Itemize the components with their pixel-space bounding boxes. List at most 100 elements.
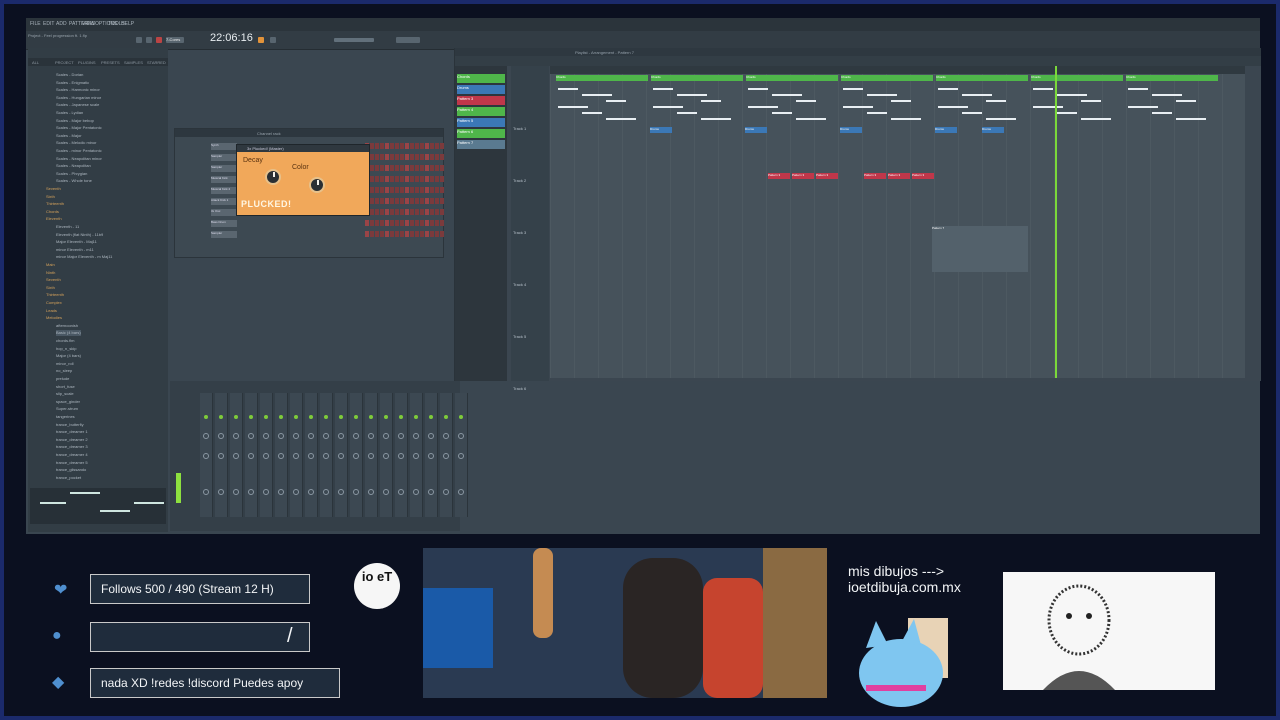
step-button[interactable] <box>380 198 384 204</box>
volume-knob[interactable] <box>308 453 314 459</box>
step-button[interactable] <box>400 165 404 171</box>
browser-item[interactable]: Scales - Neapolitan minor <box>56 156 102 162</box>
step-button[interactable] <box>370 176 374 182</box>
channel-button[interactable]: Synth <box>211 143 237 150</box>
step-button[interactable] <box>375 143 379 149</box>
color-knob[interactable] <box>309 177 325 193</box>
mixer-track-led[interactable] <box>354 415 358 419</box>
chords-clip[interactable]: Chords <box>1031 75 1123 81</box>
channel-button[interactable]: Sampler <box>211 165 237 172</box>
browser-item[interactable]: chords.flm <box>56 338 74 344</box>
mixer-track[interactable] <box>200 393 213 517</box>
step-button[interactable] <box>440 220 444 226</box>
step-button[interactable] <box>425 187 429 193</box>
step-button[interactable] <box>410 143 414 149</box>
browser-folder[interactable]: Eleventh <box>46 216 62 222</box>
pattern-item[interactable]: Pattern 7 <box>457 140 505 149</box>
send-knob[interactable] <box>308 489 314 495</box>
step-button[interactable] <box>395 187 399 193</box>
mixer-track[interactable] <box>320 393 333 517</box>
step-button[interactable] <box>400 209 404 215</box>
step-button[interactable] <box>425 176 429 182</box>
step-button[interactable] <box>425 143 429 149</box>
step-button[interactable] <box>415 187 419 193</box>
mixer-track[interactable] <box>335 393 348 517</box>
step-button[interactable] <box>375 231 379 237</box>
step-button[interactable] <box>385 165 389 171</box>
step-button[interactable] <box>425 165 429 171</box>
step-button[interactable] <box>400 143 404 149</box>
step-button[interactable] <box>405 143 409 149</box>
browser-item[interactable]: Scales - Dorian <box>56 72 83 78</box>
pattern-item[interactable]: Pattern 6 <box>457 129 505 138</box>
step-button[interactable] <box>405 198 409 204</box>
pattern-item[interactable]: Drums <box>457 85 505 94</box>
master-volume-slider[interactable] <box>334 38 374 42</box>
volume-knob[interactable] <box>458 453 464 459</box>
step-button[interactable] <box>405 165 409 171</box>
volume-knob[interactable] <box>278 453 284 459</box>
send-knob[interactable] <box>293 489 299 495</box>
step-button[interactable] <box>430 198 434 204</box>
browser-tab-samples[interactable]: SAMPLES <box>124 60 143 65</box>
pattern3-clip[interactable]: Pattern 3 <box>912 173 934 179</box>
step-button[interactable] <box>430 231 434 237</box>
step-button[interactable] <box>380 231 384 237</box>
browser-folder[interactable]: Seventh <box>46 186 61 192</box>
step-button[interactable] <box>425 198 429 204</box>
browser-item[interactable]: Scales - Major <box>56 133 82 139</box>
step-button[interactable] <box>370 220 374 226</box>
mixer-track[interactable] <box>455 393 468 517</box>
browser-folder[interactable]: Ninth <box>46 270 55 276</box>
step-button[interactable] <box>410 209 414 215</box>
send-knob[interactable] <box>263 489 269 495</box>
mixer-track[interactable] <box>260 393 273 517</box>
send-knob[interactable] <box>398 489 404 495</box>
mixer-track-led[interactable] <box>279 415 283 419</box>
mixer-track[interactable] <box>440 393 453 517</box>
step-button[interactable] <box>385 143 389 149</box>
step-button[interactable] <box>385 220 389 226</box>
volume-knob[interactable] <box>443 453 449 459</box>
pan-knob[interactable] <box>428 433 434 439</box>
step-button[interactable] <box>430 187 434 193</box>
mixer-track-led[interactable] <box>414 415 418 419</box>
pan-knob[interactable] <box>308 433 314 439</box>
browser-item[interactable]: Scales - minor Pentatonic <box>56 148 102 154</box>
menu-edit[interactable]: EDIT <box>43 21 54 27</box>
browser-item[interactable]: Scales - Whole tone <box>56 178 92 184</box>
browser-item[interactable]: Major Eleventh - Maj11 <box>56 239 97 245</box>
mixer-track-led[interactable] <box>459 415 463 419</box>
pan-knob[interactable] <box>368 433 374 439</box>
mixer-track[interactable] <box>365 393 378 517</box>
step-button[interactable] <box>385 209 389 215</box>
volume-knob[interactable] <box>368 453 374 459</box>
step-button[interactable] <box>400 231 404 237</box>
step-button[interactable] <box>380 165 384 171</box>
channel-button[interactable]: Bass Drum <box>211 220 237 227</box>
volume-knob[interactable] <box>323 453 329 459</box>
channel-button[interactable]: Musical Kick 2 <box>211 187 237 194</box>
mixer-track-led[interactable] <box>204 415 208 419</box>
step-button[interactable] <box>390 209 394 215</box>
browser-item[interactable]: trance_dreamer 4 <box>56 452 88 458</box>
menu-view[interactable]: VIEW <box>82 21 95 27</box>
step-button[interactable] <box>435 143 439 149</box>
menu-file[interactable]: FILE <box>30 21 41 27</box>
step-button[interactable] <box>390 165 394 171</box>
browser-folder[interactable]: Sixth <box>46 194 55 200</box>
step-button[interactable] <box>440 165 444 171</box>
browser-item[interactable]: space_ginder <box>56 399 80 405</box>
channel-button[interactable]: Attack Kick 1 <box>211 198 237 205</box>
send-knob[interactable] <box>458 489 464 495</box>
volume-knob[interactable] <box>398 453 404 459</box>
step-button[interactable] <box>440 176 444 182</box>
mixer-track[interactable] <box>245 393 258 517</box>
step-button[interactable] <box>380 187 384 193</box>
mixer-track[interactable] <box>230 393 243 517</box>
send-knob[interactable] <box>428 489 434 495</box>
mixer-track[interactable] <box>425 393 438 517</box>
channel-button[interactable]: Sampler <box>211 231 237 238</box>
mixer-track-led[interactable] <box>444 415 448 419</box>
browser-folder[interactable]: Thirteenth <box>46 292 64 298</box>
